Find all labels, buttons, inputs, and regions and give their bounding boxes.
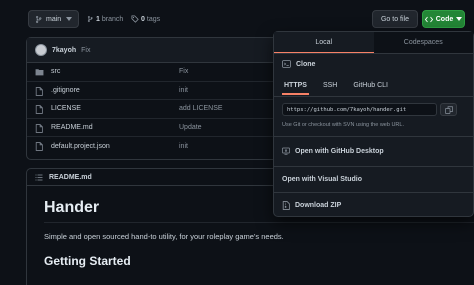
divider <box>44 222 474 223</box>
open-github-desktop-item[interactable]: Open with GitHub Desktop <box>282 147 384 155</box>
file-icon <box>35 86 43 96</box>
chevron-down-icon <box>456 17 463 21</box>
copy-url-button[interactable] <box>440 103 457 116</box>
file-icon <box>35 142 43 152</box>
branches-label: branch <box>101 15 124 23</box>
file-name[interactable]: LICENSE <box>51 105 81 112</box>
avatar[interactable] <box>35 44 47 56</box>
divider <box>274 96 473 97</box>
file-commit-message[interactable]: Update <box>179 124 202 131</box>
file-commit-message[interactable]: Fix <box>179 68 188 75</box>
go-to-file-button[interactable]: Go to file <box>372 10 418 28</box>
divider <box>274 192 473 193</box>
clone-tabs: Local Codespaces <box>274 32 473 54</box>
branch-icon <box>87 15 94 23</box>
file-name[interactable]: default.project.json <box>51 143 110 150</box>
file-commit-message[interactable]: init <box>179 143 188 150</box>
tags-label: tags <box>146 15 161 23</box>
tab-local[interactable]: Local <box>274 32 374 53</box>
download-zip-label: Download ZIP <box>295 202 342 209</box>
tab-ssh[interactable]: SSH <box>321 80 339 95</box>
copy-icon <box>444 105 453 114</box>
clone-hint: Use Git or checkout with SVN using the w… <box>282 122 404 128</box>
commit-message[interactable]: Fix <box>81 47 90 54</box>
code-button[interactable]: Code <box>422 10 465 28</box>
file-name[interactable]: .gitignore <box>51 87 80 94</box>
tab-codespaces[interactable]: Codespaces <box>373 32 473 53</box>
open-github-desktop-label: Open with GitHub Desktop <box>295 147 384 155</box>
tag-icon <box>131 15 139 23</box>
branches-count: 1 <box>96 15 100 23</box>
file-name[interactable]: src <box>51 68 60 75</box>
open-visual-studio-item[interactable]: Open with Visual Studio <box>282 176 362 183</box>
file-commit-message[interactable]: init <box>179 87 188 94</box>
file-icon <box>35 123 43 133</box>
tab-github-cli[interactable]: GitHub CLI <box>351 80 390 95</box>
file-commit-message[interactable]: add LICENSE <box>179 105 223 112</box>
readme-description: Simple and open sourced hand-to utility,… <box>44 232 284 241</box>
desktop-download-icon <box>282 147 290 155</box>
readme-filename: README.md <box>49 173 92 181</box>
open-visual-studio-label: Open with Visual Studio <box>282 176 362 183</box>
clone-dropdown: Local Codespaces Clone HTTPS SSH GitHub … <box>273 31 474 217</box>
folder-icon <box>35 68 44 76</box>
divider <box>274 136 473 137</box>
terminal-icon <box>282 60 291 68</box>
clone-heading: Clone <box>282 60 315 68</box>
tab-https[interactable]: HTTPS <box>282 80 309 95</box>
branch-selector-button[interactable]: main <box>28 10 79 28</box>
file-zip-icon <box>282 201 290 210</box>
commit-author[interactable]: 7kayoh <box>52 47 76 54</box>
clone-label: Clone <box>296 60 316 68</box>
tags-link[interactable]: 0 tags <box>131 15 160 23</box>
chevron-down-icon <box>66 17 72 21</box>
clone-url-input[interactable]: https://github.com/7kayoh/hander.git <box>282 103 437 116</box>
branch-name: main <box>46 15 62 23</box>
readme-section-heading: Getting Started <box>44 254 131 268</box>
code-icon <box>424 16 433 23</box>
file-icon <box>35 105 43 115</box>
download-zip-item[interactable]: Download ZIP <box>282 201 341 210</box>
branches-link[interactable]: 1 branch <box>87 15 123 23</box>
tags-count: 0 <box>141 15 145 23</box>
divider <box>274 166 473 167</box>
code-button-label: Code <box>435 15 454 23</box>
file-name[interactable]: README.md <box>51 124 93 131</box>
branch-icon <box>35 15 43 24</box>
list-icon[interactable] <box>35 174 43 181</box>
readme-title: Hander <box>44 199 100 216</box>
protocol-tabs: HTTPS SSH GitHub CLI <box>282 80 390 95</box>
